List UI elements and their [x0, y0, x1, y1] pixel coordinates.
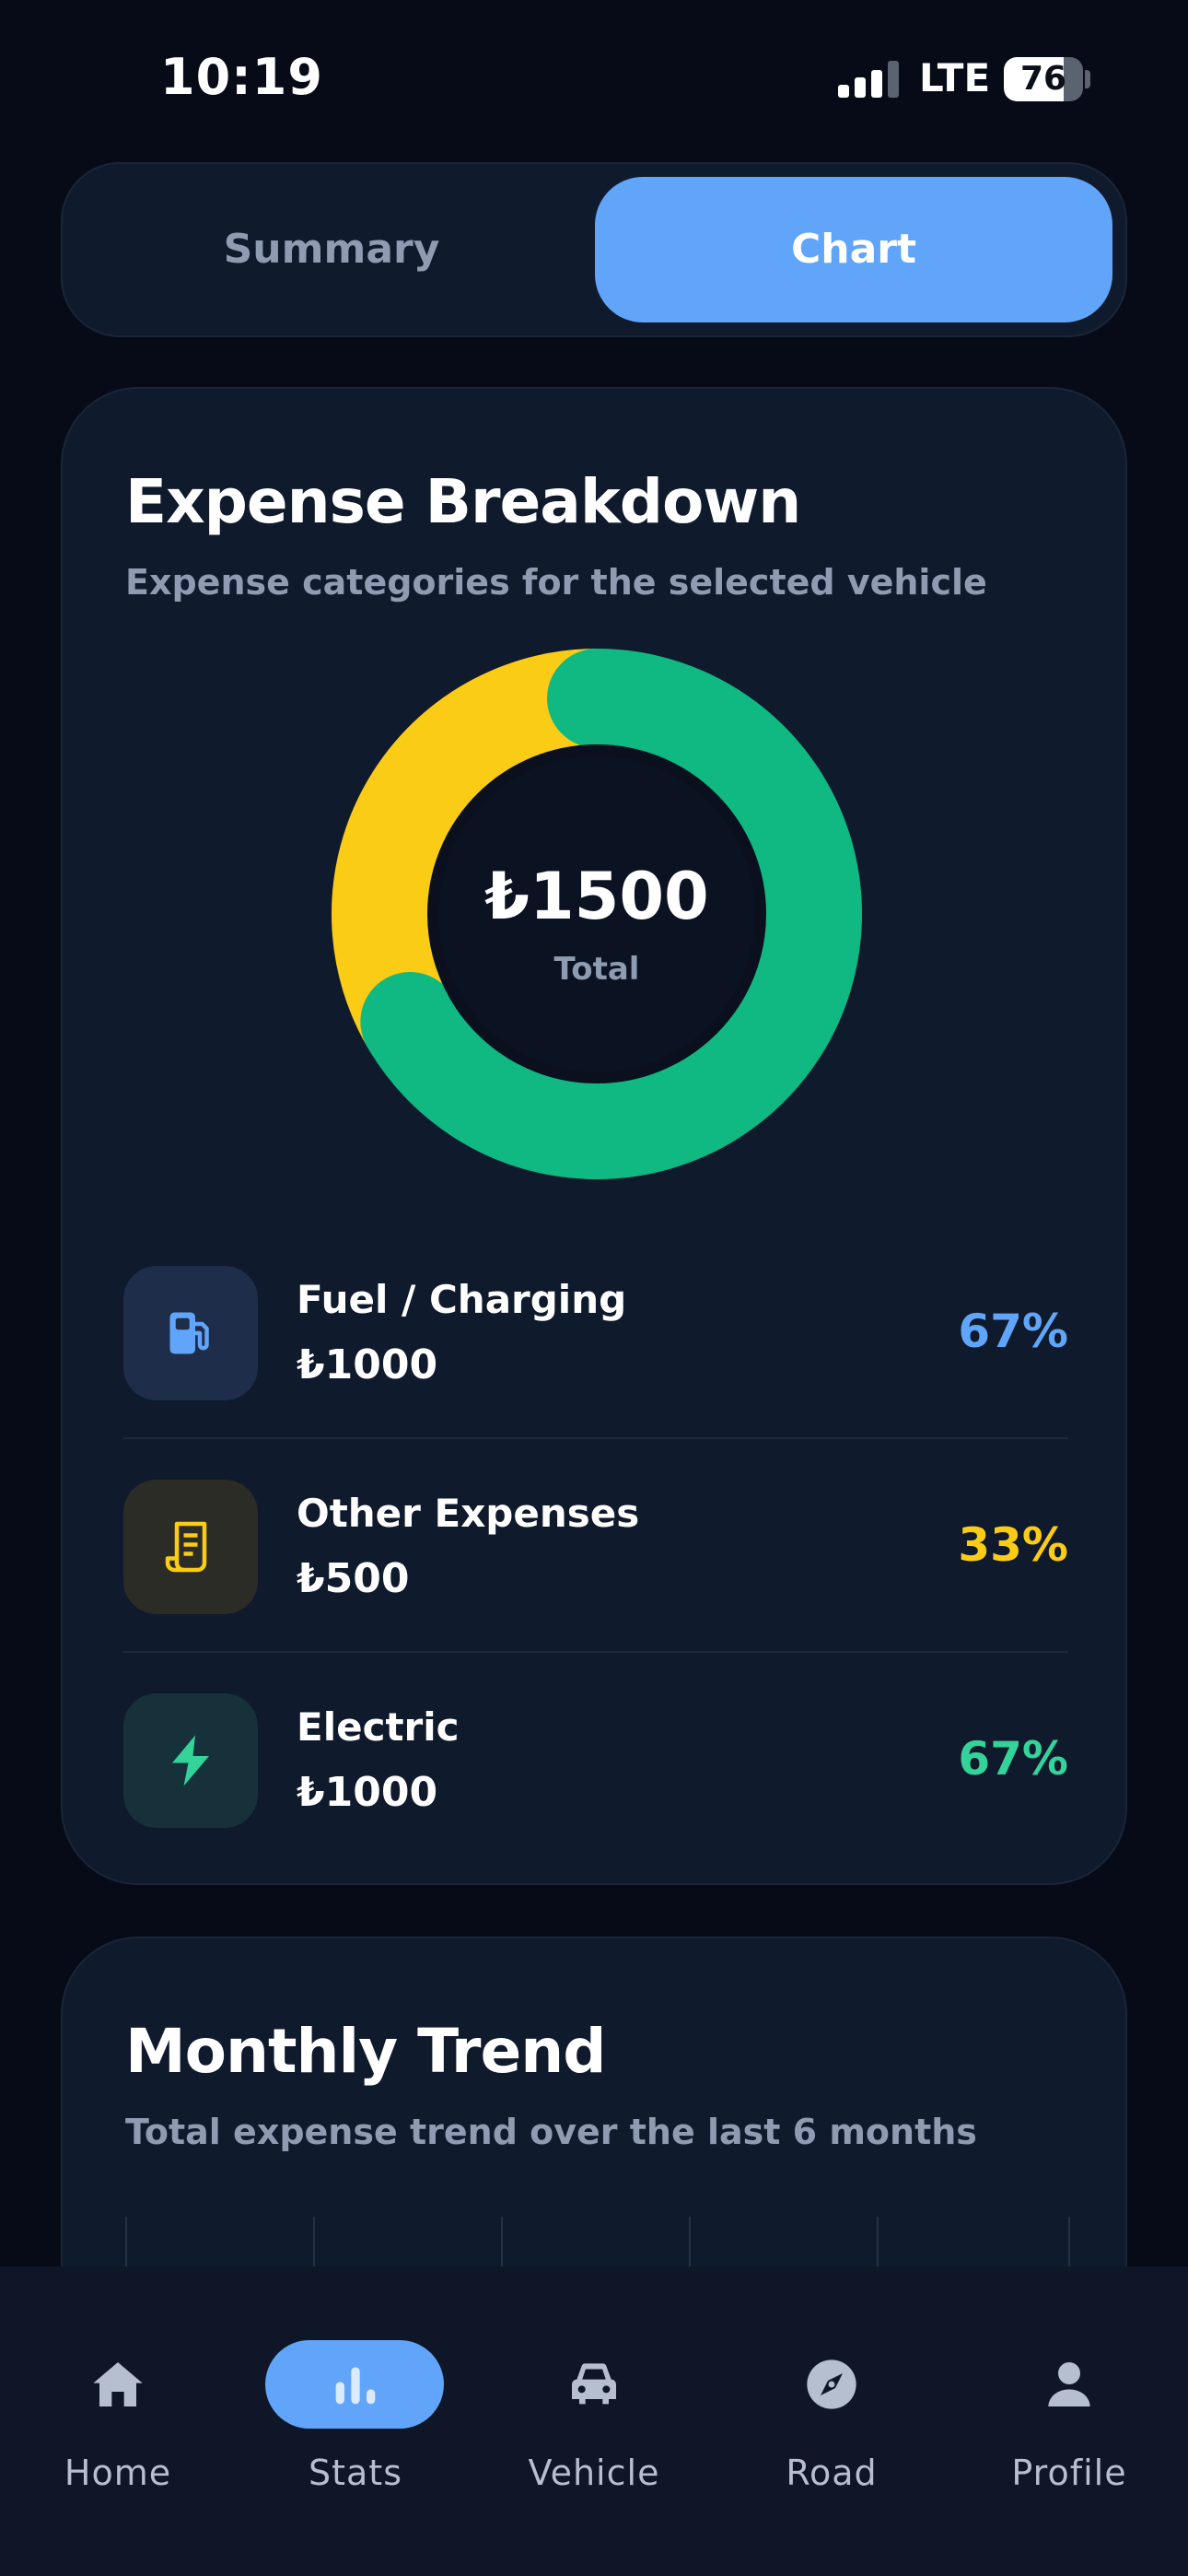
nav-item-profile[interactable]: Profile [977, 2303, 1161, 2493]
expense-breakdown-card: Expense Breakdown Expense categories for… [61, 387, 1127, 1885]
bottom-navigation: Home Stats Vehicle Road Profile [0, 2266, 1188, 2576]
nav-label: Profile [1011, 2453, 1127, 2493]
nav-label: Road [786, 2453, 878, 2493]
nav-label: Vehicle [528, 2453, 660, 2493]
divider [123, 1437, 1068, 1439]
item-percent: 67% [958, 1305, 1068, 1358]
item-name: Other Expenses [297, 1491, 640, 1536]
item-name: Electric [297, 1704, 460, 1750]
card-subtitle: Expense categories for the selected vehi… [125, 562, 987, 603]
fuel-icon-tile [123, 1266, 258, 1400]
list-item-fuel-charging[interactable]: Fuel / Charging ₺1000 67% [123, 1266, 1068, 1404]
stats-icon [335, 2367, 376, 2405]
app-screen: 10:19 LTE 76 Summary Chart Expense Break… [0, 0, 1188, 2576]
card-subtitle: Total expense trend over the last 6 mont… [125, 2112, 977, 2152]
compass-icon [807, 2359, 856, 2409]
tab-summary[interactable]: Summary [76, 177, 588, 322]
donut-total-label: Total [553, 951, 640, 988]
nav-item-vehicle[interactable]: Vehicle [502, 2303, 686, 2493]
network-type: LTE [919, 55, 991, 100]
item-percent: 33% [958, 1518, 1068, 1572]
fuel-pump-icon [169, 1312, 209, 1354]
list-item-other-expenses[interactable]: Other Expenses ₺500 33% [123, 1480, 1068, 1618]
list-item-electric[interactable]: Electric ₺1000 67% [123, 1693, 1068, 1832]
battery-icon: 76 [1004, 57, 1083, 101]
lightning-icon-tile [123, 1693, 258, 1828]
receipt-icon-tile [123, 1480, 258, 1614]
receipt-icon [165, 1521, 207, 1573]
item-amount: ₺1000 [297, 1769, 438, 1816]
card-title: Expense Breakdown [125, 466, 801, 537]
battery-level: 76 [1019, 60, 1067, 98]
battery-nub [1085, 70, 1090, 88]
view-toggle: Summary Chart [61, 162, 1127, 337]
nav-label: Home [64, 2453, 172, 2493]
nav-label: Stats [308, 2453, 402, 2493]
home-icon [93, 2362, 143, 2406]
donut-chart: ₺1500 Total [330, 647, 864, 1181]
divider [123, 1651, 1068, 1653]
nav-item-home[interactable]: Home [26, 2303, 210, 2493]
item-percent: 67% [958, 1732, 1068, 1786]
donut-total-amount: ₺1500 [484, 859, 709, 934]
person-icon [1048, 2362, 1090, 2406]
lightning-icon [172, 1735, 209, 1786]
item-amount: ₺1000 [297, 1341, 438, 1388]
cellular-signal-icon [838, 61, 899, 98]
car-icon [572, 2363, 616, 2405]
item-amount: ₺500 [297, 1555, 410, 1602]
item-name: Fuel / Charging [297, 1277, 627, 1322]
status-bar: 10:19 LTE 76 [0, 0, 1188, 157]
card-title: Monthly Trend [125, 2016, 606, 2087]
tab-chart[interactable]: Chart [595, 177, 1112, 322]
nav-item-road[interactable]: Road [740, 2303, 924, 2493]
status-time: 10:19 [160, 48, 323, 106]
nav-item-stats[interactable]: Stats [263, 2303, 448, 2493]
